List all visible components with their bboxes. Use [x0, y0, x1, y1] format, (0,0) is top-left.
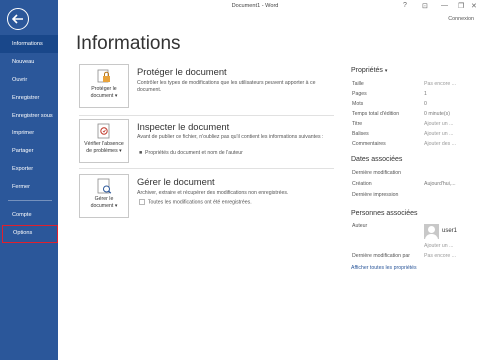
manage-bullet-text: Toutes les modifications ont été enregis…: [147, 199, 252, 206]
sidebar-item-enregistrer-sous[interactable]: Enregistrer sous: [0, 107, 58, 125]
date-label-created: Création: [352, 181, 372, 187]
page-title: Informations: [76, 33, 181, 54]
last-modified-by-label: Dernière modification par: [352, 253, 410, 259]
inspect-document-title: Inspecter le document: [137, 121, 230, 132]
prop-value-comments[interactable]: Ajouter des ...: [424, 141, 456, 147]
check-button-line2: de problèmes: [86, 147, 118, 154]
prop-value-tags[interactable]: Ajouter un ...: [424, 131, 453, 137]
backstage-sidebar: Informations Nouveau Ouvrir Enregistrer …: [0, 0, 58, 360]
ribbon-display-icon[interactable]: ⊡: [422, 2, 428, 10]
sidebar-item-imprimer[interactable]: Imprimer: [0, 124, 58, 142]
manage-document-title: Gérer le document: [137, 176, 215, 187]
protect-document-title: Protéger le document: [137, 66, 227, 77]
sidebar-item-exporter[interactable]: Exporter: [0, 160, 58, 178]
manage-button-line1: Gérer le: [94, 196, 114, 202]
sidebar-item-informations[interactable]: Informations: [0, 35, 58, 53]
prop-label-editing-time: Temps total d'édition: [352, 111, 400, 117]
people-heading: Personnes associées: [351, 210, 418, 217]
prop-label-size: Taille: [352, 81, 364, 87]
sidebar-item-enregistrer[interactable]: Enregistrer: [0, 89, 58, 107]
sidebar-divider: [8, 200, 52, 201]
prop-value-size: Pas encore ...: [424, 81, 457, 87]
sidebar-item-partager[interactable]: Partager: [0, 142, 58, 160]
sidebar-item-compte[interactable]: Compte: [0, 206, 58, 224]
protect-button-line1: Protéger le: [91, 86, 117, 92]
last-modified-by-value: Pas encore ...: [424, 253, 457, 259]
section-divider: [79, 115, 334, 116]
check-for-issues-button[interactable]: Vérifier l'absence de problèmes ▾: [79, 119, 129, 163]
inspect-document-icon: [96, 123, 112, 139]
avatar: [424, 224, 439, 239]
check-button-line1: Vérifier l'absence: [84, 141, 124, 147]
dates-heading: Dates associées: [351, 156, 403, 163]
chevron-down-icon: ▾: [114, 202, 118, 209]
chevron-down-icon: ▾: [119, 147, 122, 154]
prop-label-words: Mots: [352, 101, 364, 107]
sidebar-item-ouvrir[interactable]: Ouvrir: [0, 71, 58, 89]
lock-icon: [96, 68, 112, 84]
section-divider: [79, 168, 334, 169]
window-title: Document1 - Word: [231, 3, 279, 9]
protect-button-line2: document: [90, 92, 114, 99]
prop-value-editing-time: 0 minute(s): [424, 111, 450, 117]
sidebar-item-fermer[interactable]: Fermer: [0, 178, 58, 196]
back-button[interactable]: [7, 8, 29, 30]
inspect-bullet: ■ Propriétés du document et nom de l'aut…: [139, 150, 243, 156]
manage-button-line2: document: [90, 202, 114, 209]
properties-heading-text: Propriétés: [351, 67, 383, 74]
close-icon[interactable]: ✕: [471, 2, 477, 10]
prop-label-pages: Pages: [352, 91, 367, 97]
chevron-down-icon: ▾: [114, 92, 118, 99]
date-value-created: Aujourd'hui,...: [424, 181, 456, 187]
inspect-bullet-text: Propriétés du document et nom de l'auteu…: [145, 150, 243, 156]
date-label-last-modified: Dernière modification: [352, 170, 402, 176]
properties-heading[interactable]: Propriétés ▾: [351, 67, 387, 74]
author-label: Auteur: [352, 223, 368, 229]
minimize-icon[interactable]: —: [441, 2, 448, 9]
add-author-link[interactable]: Ajouter un ...: [424, 243, 453, 249]
restore-icon[interactable]: ❐: [458, 2, 464, 10]
manage-document-icon: [96, 178, 112, 194]
sidebar-item-options[interactable]: Options: [2, 225, 58, 243]
chevron-down-icon: ▾: [384, 68, 388, 74]
protect-document-description: Contrôler les types de modifications que…: [137, 80, 316, 94]
prop-value-title[interactable]: Ajouter un ...: [424, 121, 453, 127]
manage-document-description: Archiver, extraire et récupérer des modi…: [137, 190, 289, 196]
back-arrow-icon: [12, 14, 23, 24]
manage-document-button[interactable]: Gérer le document ▾: [79, 174, 129, 218]
document-saved-icon: [139, 199, 145, 205]
prop-label-title: Titre: [352, 121, 363, 127]
signin-link[interactable]: Connexion: [448, 16, 474, 22]
prop-label-comments: Commentaires: [352, 141, 386, 147]
protect-document-button[interactable]: Protéger le document ▾: [79, 64, 129, 108]
manage-bullet: Toutes les modifications ont été enregis…: [139, 199, 252, 205]
inspect-document-description: Avant de publier ce fichier, n'oubliez p…: [137, 134, 324, 140]
sidebar-item-nouveau[interactable]: Nouveau: [0, 53, 58, 71]
date-label-last-printed: Dernière impression: [352, 192, 399, 198]
show-all-properties-link[interactable]: Afficher toutes les propriétés: [351, 265, 417, 271]
prop-label-tags: Balises: [352, 131, 369, 137]
author-name: user1: [442, 228, 458, 234]
help-icon[interactable]: ?: [403, 2, 407, 9]
prop-value-words: 0: [424, 101, 427, 107]
prop-value-pages: 1: [424, 91, 427, 97]
